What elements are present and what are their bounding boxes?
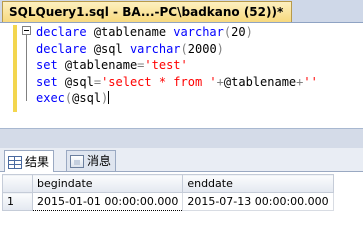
table-row: 1 2015-01-01 00:00:00.000 2015-07-13 00:… [2, 192, 334, 211]
tab-messages-label: 消息 [87, 153, 112, 168]
row-number[interactable]: 1 [2, 192, 33, 211]
column-header[interactable]: enddate [182, 174, 334, 193]
tab-results-label: 结果 [25, 154, 50, 169]
code-line-3: set @tablename='test' [36, 58, 188, 73]
tab-messages[interactable]: 消息 [66, 150, 117, 171]
row-header-corner[interactable] [2, 174, 33, 193]
pane-splitter[interactable] [0, 128, 363, 148]
table-cell[interactable]: 2015-01-01 00:00:00.000 [31, 192, 184, 211]
code-line-2: declare @sql varchar(2000) [36, 41, 224, 56]
collapse-toggle-icon[interactable] [22, 26, 31, 35]
grid-icon [8, 155, 22, 169]
results-tab-strip: 结果 消息 [0, 148, 363, 173]
query-editor[interactable]: declare @tablename varchar(20) declare @s… [0, 22, 363, 128]
message-icon [70, 154, 84, 168]
code-line-4: set @sql='select * from '+@tablename+'' [36, 74, 318, 89]
code-line-5: exec(@sql) [36, 91, 110, 106]
results-grid[interactable]: begindate enddate 1 2015-01-01 00:00:00.… [0, 172, 363, 242]
outline-line [26, 31, 27, 101]
tab-results[interactable]: 结果 [4, 150, 55, 173]
text-cursor [108, 91, 110, 105]
document-tab-strip: SQLQuery1.sql - BA...-PC\badkano (52))* [0, 0, 363, 22]
code-text[interactable]: declare @tablename varchar(20) declare @s… [36, 24, 318, 107]
change-tracking-bar [13, 25, 17, 112]
header-row: begindate enddate [2, 174, 334, 193]
table-cell[interactable]: 2015-07-13 00:00:00.000 [182, 192, 334, 211]
results-table: begindate enddate 1 2015-01-01 00:00:00.… [2, 174, 334, 211]
code-line-1: declare @tablename varchar(20) [36, 25, 253, 39]
column-header[interactable]: begindate [31, 174, 184, 193]
query-document-tab[interactable]: SQLQuery1.sql - BA...-PC\badkano (52))* [2, 1, 293, 22]
